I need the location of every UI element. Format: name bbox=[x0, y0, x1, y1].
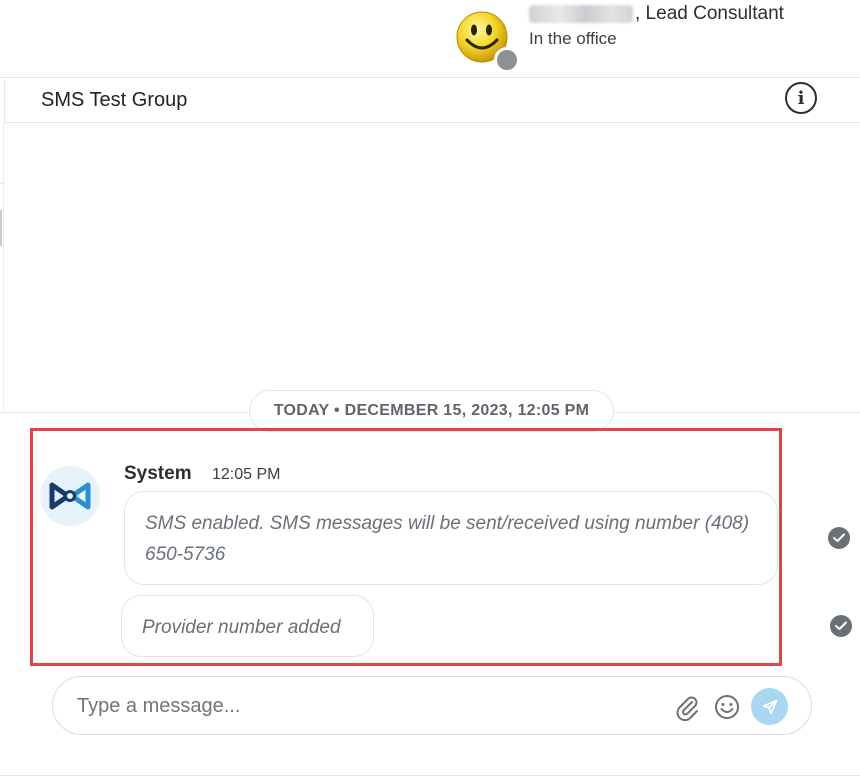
send-button[interactable] bbox=[751, 688, 788, 725]
redacted-name bbox=[529, 4, 633, 23]
info-icon[interactable]: i bbox=[785, 82, 817, 114]
system-logo-icon bbox=[40, 466, 100, 526]
conversation-header: SMS Test Group i bbox=[4, 79, 860, 123]
message-sender[interactable]: System bbox=[124, 463, 192, 485]
user-role: , Lead Consultant bbox=[635, 3, 784, 24]
message-timestamp: 12:05 PM bbox=[212, 466, 281, 483]
message-bubble[interactable]: SMS enabled. SMS messages will be sent/r… bbox=[124, 491, 778, 585]
paperclip-icon[interactable] bbox=[673, 693, 701, 721]
message-composer bbox=[52, 676, 812, 735]
sidebar-edge bbox=[0, 123, 4, 413]
message-bubble[interactable]: Provider number added bbox=[121, 595, 374, 657]
user-name[interactable]: , Lead Consultant bbox=[529, 3, 784, 25]
message-input[interactable] bbox=[77, 691, 637, 721]
user-presence-status[interactable]: In the office bbox=[529, 29, 617, 49]
divider bbox=[0, 183, 4, 184]
send-icon bbox=[762, 699, 777, 714]
top-header: , Lead Consultant In the office bbox=[0, 0, 860, 78]
presence-status-dot bbox=[494, 47, 520, 73]
date-separator: TODAY • DECEMBER 15, 2023, 12:05 PM bbox=[249, 390, 614, 432]
system-logo-icon bbox=[49, 482, 91, 510]
read-receipt-icon bbox=[828, 527, 850, 549]
read-receipt-icon bbox=[830, 615, 852, 637]
smiley-icon[interactable] bbox=[713, 693, 741, 721]
divider bbox=[0, 775, 860, 776]
resize-handle[interactable] bbox=[0, 210, 2, 246]
info-glyph: i bbox=[797, 87, 805, 109]
conversation-title: SMS Test Group bbox=[41, 89, 188, 111]
